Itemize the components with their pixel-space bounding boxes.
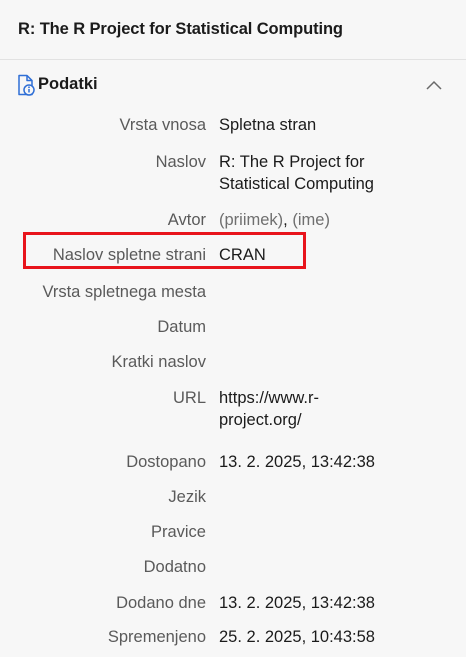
url-value-line1: https://www.r- <box>219 389 319 407</box>
title-value-line1: R: The R Project for <box>219 153 365 171</box>
field-label: Dodatno <box>143 558 206 576</box>
url-value-line2: project.org/ <box>219 411 302 429</box>
field-label: Naslov <box>155 153 206 171</box>
title-value[interactable]: R: The R Project for Statistical Computi… <box>219 151 449 195</box>
url-value[interactable]: https://www.r- project.org/ <box>219 387 449 431</box>
field-label: Dostopano <box>126 453 206 471</box>
field-label: Vrsta vnosa <box>119 116 206 134</box>
date-added-value: 13. 2. 2025, 13:42:38 <box>219 594 375 612</box>
author-separator: , <box>283 211 288 229</box>
field-label: URL <box>172 389 206 407</box>
info-section-header[interactable]: Podatki <box>0 64 466 104</box>
item-pane: R: The R Project for Statistical Computi… <box>0 0 466 657</box>
title-value-line2: Statistical Computing <box>219 175 374 193</box>
accessed-value[interactable]: 13. 2. 2025, 13:42:38 <box>219 451 449 473</box>
chevron-up-icon[interactable] <box>422 74 446 96</box>
section-title: Podatki <box>38 75 98 93</box>
item-type-value[interactable]: Spletna stran <box>219 114 449 136</box>
field-label: Kratki naslov <box>111 353 206 371</box>
author-value: (priimek), (ime) <box>219 209 449 231</box>
highlight-box <box>23 232 306 269</box>
field-label: Jezik <box>168 488 206 506</box>
field-label: Pravice <box>150 523 206 541</box>
item-title-bar: R: The R Project for Statistical Computi… <box>0 0 466 60</box>
author-first-name-field[interactable]: (ime) <box>292 211 330 229</box>
item-title[interactable]: R: The R Project for Statistical Computi… <box>18 20 343 39</box>
author-last-name-field[interactable]: (priimek) <box>219 211 283 229</box>
field-label: Datum <box>157 318 206 336</box>
field-label: Spremenjeno <box>107 628 206 646</box>
document-info-icon <box>16 74 36 96</box>
modified-value: 25. 2. 2025, 10:43:58 <box>219 628 375 646</box>
field-label: Dodano dne <box>116 594 206 612</box>
field-label: Vrsta spletnega mesta <box>42 283 206 301</box>
field-label: Avtor <box>167 211 206 229</box>
